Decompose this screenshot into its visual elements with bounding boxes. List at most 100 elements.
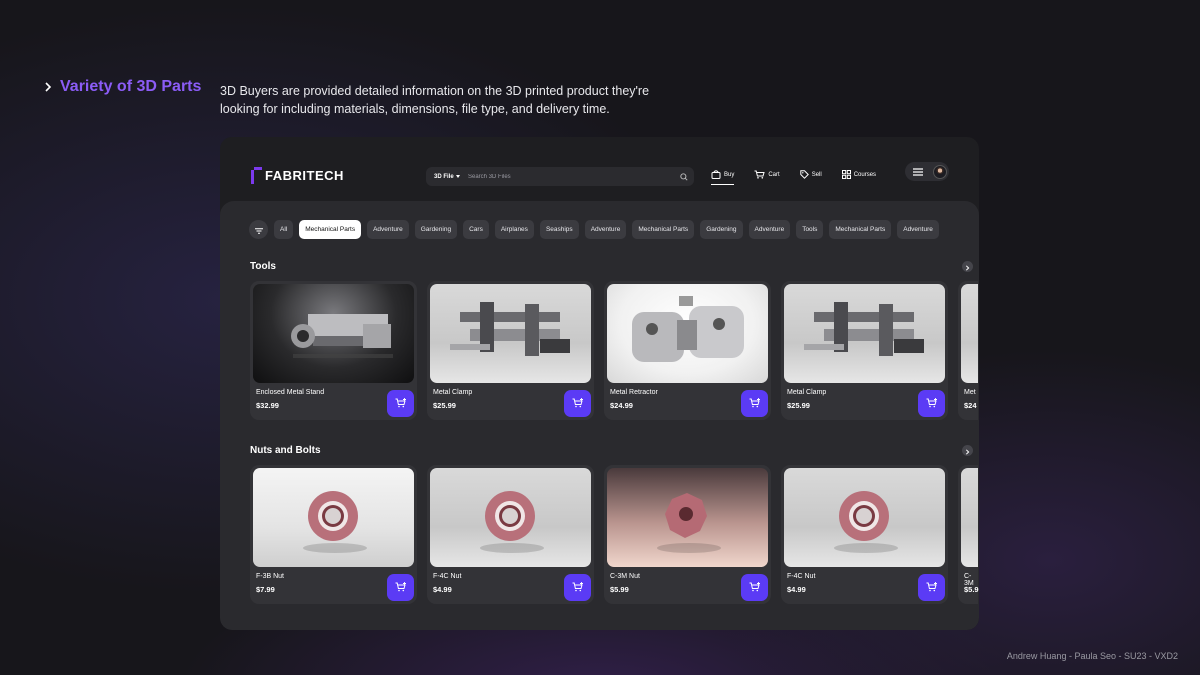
product-name: F-4C Nut <box>787 573 816 580</box>
section-title-tools: Tools <box>250 261 276 272</box>
cart-icon <box>754 170 766 181</box>
product-name: Met <box>964 389 976 396</box>
add-to-cart-button[interactable] <box>741 390 768 417</box>
category-chip[interactable]: Cars <box>463 220 489 239</box>
search-input[interactable] <box>468 173 674 180</box>
account-menu[interactable] <box>905 162 949 181</box>
cart-plus-icon <box>749 579 761 597</box>
nuts-row: F-3B Nut $7.99 F-4C Nut $4.99 C-3M Nut $5.99 F… <box>250 465 979 604</box>
category-chip[interactable]: Mechanical Parts <box>632 220 695 239</box>
add-to-cart-button[interactable] <box>564 390 591 417</box>
product-image <box>430 284 591 383</box>
nav-courses[interactable]: Courses <box>841 168 877 182</box>
nav-sell-label: Sell <box>811 172 822 178</box>
category-chip[interactable]: Mechanical Parts <box>299 220 362 239</box>
add-to-cart-button[interactable] <box>387 574 414 601</box>
product-price: $5.99 <box>610 585 629 594</box>
product-name: F-4C Nut <box>433 573 462 580</box>
product-name: Enclosed Metal Stand <box>256 389 325 396</box>
chevron-right-icon <box>44 79 54 96</box>
nav-courses-label: Courses <box>853 172 877 178</box>
nav-cart-label: Cart <box>768 172 780 178</box>
product-price: $24.99 <box>610 401 633 410</box>
category-chip[interactable]: Seaships <box>539 220 579 239</box>
product-card[interactable]: Metal Clamp $25.99 <box>427 281 594 420</box>
product-name: Metal Clamp <box>433 389 473 396</box>
category-chip[interactable]: Gardening <box>700 220 743 239</box>
product-card[interactable]: C-3M Nut $5.99 <box>604 465 771 604</box>
product-image <box>253 468 414 567</box>
product-image <box>961 468 978 567</box>
product-name: C-3M Nut <box>610 573 640 580</box>
chevron-right-icon <box>965 442 970 460</box>
slide-title: Variety of 3D Parts <box>60 78 202 95</box>
caret-down-icon <box>455 175 460 178</box>
product-card[interactable]: Metal Retractor $24.99 <box>604 281 771 420</box>
product-image <box>430 468 591 567</box>
category-chip[interactable]: Tools <box>796 220 824 239</box>
product-image <box>253 284 414 383</box>
add-to-cart-button[interactable] <box>918 574 945 601</box>
product-card[interactable]: Metal Clamp $25.99 <box>781 281 948 420</box>
product-card[interactable]: F-3B Nut $7.99 <box>250 465 417 604</box>
add-to-cart-button[interactable] <box>918 390 945 417</box>
product-image <box>607 284 768 383</box>
add-to-cart-button[interactable] <box>741 574 768 601</box>
tag-icon <box>799 169 809 181</box>
add-to-cart-button[interactable] <box>564 574 591 601</box>
category-chip[interactable]: Adventure <box>367 220 409 239</box>
product-card[interactable]: Enclosed Metal Stand $32.99 <box>250 281 417 420</box>
add-to-cart-button[interactable] <box>387 390 414 417</box>
slide-footer: Andrew Huang - Paula Seo - SU23 - VXD2 <box>1006 651 1178 661</box>
product-name: Metal Clamp <box>787 389 827 396</box>
product-price: $7.99 <box>256 585 275 594</box>
category-chip[interactable]: All <box>274 220 294 239</box>
cart-plus-icon <box>749 395 761 413</box>
cart-plus-icon <box>926 579 938 597</box>
category-chip[interactable]: Gardening <box>414 220 458 239</box>
main-nav: Buy Cart Sell Courses <box>711 168 896 185</box>
logo-text: FABRITECH <box>265 168 344 183</box>
nav-sell[interactable]: Sell <box>799 168 822 182</box>
section-title-nuts-and-bolts: Nuts and Bolts <box>250 445 321 456</box>
product-price: $4.99 <box>433 585 452 594</box>
search-type-dropdown[interactable]: 3D File <box>426 174 468 180</box>
search-bar: 3D File <box>426 167 694 186</box>
product-card[interactable]: C-3M $5.9 <box>958 465 979 604</box>
product-name: Metal Retractor <box>610 389 658 396</box>
category-chip[interactable]: Mechanical Parts <box>829 220 892 239</box>
product-image <box>784 284 945 383</box>
product-price: $25.99 <box>787 401 810 410</box>
product-price: $25.99 <box>433 401 456 410</box>
bag-icon <box>711 169 721 181</box>
product-card[interactable]: F-4C Nut $4.99 <box>781 465 948 604</box>
product-image <box>961 284 978 383</box>
product-price: $5.9 <box>964 585 979 594</box>
logo[interactable]: FABRITECH <box>251 167 344 184</box>
avatar <box>933 164 947 179</box>
nav-cart[interactable]: Cart <box>754 168 780 182</box>
category-chip[interactable]: Adventure <box>748 220 791 239</box>
top-bar: FABRITECH 3D File Buy Cart Sell <box>220 137 979 201</box>
category-chip[interactable]: Adventure <box>584 220 627 239</box>
chevron-right-icon <box>965 258 970 276</box>
filter-button[interactable] <box>249 220 268 239</box>
app-window: FABRITECH 3D File Buy Cart Sell <box>220 137 979 630</box>
search-icon[interactable] <box>674 172 694 181</box>
cart-plus-icon <box>572 395 584 413</box>
logo-mark-icon <box>251 167 262 184</box>
product-image <box>607 468 768 567</box>
nav-buy-label: Buy <box>724 172 735 178</box>
category-chip[interactable]: Airplanes <box>494 220 534 239</box>
grid-icon <box>841 169 851 181</box>
tools-row: Enclosed Metal Stand $32.99 Metal Clamp $25… <box>250 281 978 420</box>
product-card[interactable]: Met $24 <box>958 281 978 420</box>
nuts-next-button[interactable] <box>962 445 973 456</box>
tools-next-button[interactable] <box>962 261 973 272</box>
nav-buy[interactable]: Buy <box>711 168 735 185</box>
product-card[interactable]: F-4C Nut $4.99 <box>427 465 594 604</box>
category-chip[interactable]: Adventure <box>897 220 939 239</box>
cart-plus-icon <box>395 395 407 413</box>
cart-plus-icon <box>926 395 938 413</box>
product-name: F-3B Nut <box>256 573 285 580</box>
